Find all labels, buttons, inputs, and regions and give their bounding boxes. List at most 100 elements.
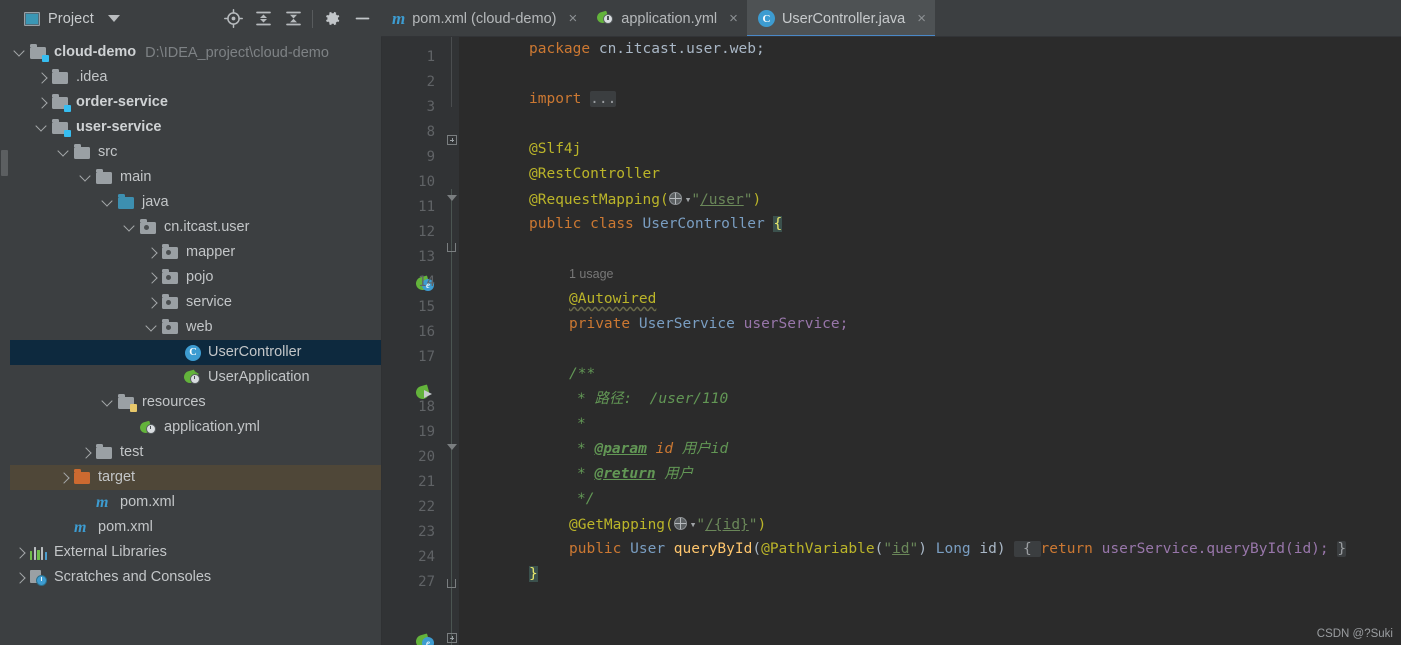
line-number: 13 (418, 249, 435, 265)
tree-item-user-service[interactable]: user-service (0, 115, 381, 140)
tree-item-test[interactable]: test (0, 440, 381, 465)
tree-item-pojo[interactable]: pojo (0, 265, 381, 290)
annotation-getmapping: @GetMapping( (569, 517, 674, 533)
project-tree[interactable]: cloud-demo D:\IDEA_project\cloud-demo .ide… (0, 37, 381, 645)
code-line: private UserService userService; (569, 312, 1401, 337)
close-icon[interactable]: × (917, 11, 926, 26)
fold-method-icon[interactable] (447, 633, 457, 643)
fold-class-start-icon[interactable] (447, 195, 457, 201)
editor-gutter[interactable]: e e 1 2 3 8 9 10 11 12 13 14 15 16 17 18 19 20 21 22 23 24 2… (382, 37, 444, 645)
javadoc-param-desc: 用户id (681, 441, 729, 457)
line-number: 16 (418, 324, 435, 340)
module-folder-icon (30, 44, 49, 62)
tree-item-external-libraries[interactable]: External Libraries (0, 540, 381, 565)
hide-toolwindow-icon[interactable] (347, 4, 377, 34)
tree-item-idea[interactable]: .idea (0, 65, 381, 90)
expand-all-icon[interactable] (248, 4, 278, 34)
locate-icon[interactable] (218, 4, 248, 34)
spring-mapping-gutter-icon[interactable]: e (414, 633, 434, 645)
tab-usercontroller-java[interactable]: C UserController.java × (746, 0, 936, 37)
tree-item-web[interactable]: web (0, 315, 381, 340)
tree-item-pom-xml[interactable]: m pom.xml (0, 490, 381, 515)
open-paren: ( (752, 541, 762, 557)
spring-yaml-icon (595, 10, 614, 26)
tree-item-service[interactable]: service (0, 290, 381, 315)
tree-item-resources[interactable]: resources (0, 390, 381, 415)
tree-item-cn-itcast-user[interactable]: cn.itcast.user (0, 215, 381, 240)
tree-item-label: src (98, 144, 118, 161)
body-row: cloud-demo D:\IDEA_project\cloud-demo .ide… (0, 37, 1401, 645)
tree-item-scratches-and-consoles[interactable]: Scratches and Consoles (0, 565, 381, 590)
chevron-right-icon[interactable] (58, 471, 71, 484)
chevron-right-icon[interactable] (36, 71, 49, 84)
fold-import-icon[interactable] (447, 135, 457, 145)
annotation-close-paren: ) (757, 517, 767, 533)
code-line: * @return 用户 (577, 462, 1401, 487)
chevron-down-icon[interactable] (107, 15, 120, 22)
folded-body-open[interactable]: { (1014, 541, 1041, 557)
tab-application-yml[interactable]: application.yml × (586, 0, 747, 37)
chevron-down-icon[interactable] (101, 195, 115, 209)
tree-item-path: D:\IDEA_project\cloud-demo (145, 44, 329, 61)
tree-item-main[interactable]: main (0, 165, 381, 190)
spring-yaml-icon (138, 420, 158, 436)
code-text-area[interactable]: package cn.itcast.user.web; import ... @Sl… (459, 37, 1401, 645)
chevron-down-icon[interactable] (13, 45, 27, 59)
fold-javadoc-start-icon[interactable] (447, 444, 457, 450)
chevron-right-icon[interactable] (146, 246, 159, 259)
chevron-down-icon[interactable] (145, 320, 159, 334)
chevron-right-icon[interactable] (80, 446, 93, 459)
tree-item-pom-xml[interactable]: m pom.xml (0, 515, 381, 540)
usage-hint[interactable]: 1 usage (569, 262, 613, 287)
chevron-down-icon[interactable] (123, 220, 137, 234)
tree-item-mapper[interactable]: mapper (0, 240, 381, 265)
tree-item-cloud-demo[interactable]: cloud-demo D:\IDEA_project\cloud-demo (0, 40, 381, 65)
folded-body-close[interactable]: } (1337, 541, 1347, 557)
tab-pom-xml[interactable]: m pom.xml (cloud-demo) × (381, 0, 586, 37)
chevron-down-icon[interactable] (101, 395, 115, 409)
chevron-down-icon[interactable] (57, 145, 71, 159)
chevron-down-icon[interactable] (35, 120, 49, 134)
code-folding-column[interactable] (444, 37, 459, 645)
fold-annotation-icon[interactable] (447, 243, 456, 252)
code-editor[interactable]: e e 1 2 3 8 9 10 11 12 13 14 15 16 17 18 19 20 21 22 23 24 2… (382, 37, 1401, 645)
fold-javadoc-end-icon[interactable] (447, 579, 456, 588)
chevron-right-icon[interactable] (14, 571, 27, 584)
code-line: public class UserController { (529, 212, 1401, 237)
folded-imports[interactable]: ... (590, 91, 617, 107)
chevron-right-icon[interactable] (146, 271, 159, 284)
close-icon[interactable]: × (729, 11, 738, 26)
line-number: 9 (426, 149, 435, 165)
java-class-icon: C (184, 344, 202, 361)
resource-folder-icon (118, 394, 137, 412)
chevron-right-icon[interactable] (36, 96, 49, 109)
line-number: 11 (418, 199, 435, 215)
code-line: @GetMapping(▾"/{id}") (569, 512, 1401, 537)
web-url-icon[interactable] (668, 192, 684, 206)
close-icon[interactable]: × (568, 11, 577, 26)
keyword-import: import (529, 91, 582, 107)
tree-item-userapplication[interactable]: UserApplication (0, 365, 381, 390)
tree-item-application-yml[interactable]: application.yml (0, 415, 381, 440)
tree-item-label: user-service (76, 119, 162, 136)
tree-item-src[interactable]: src (0, 140, 381, 165)
tree-item-label: application.yml (164, 419, 260, 436)
scrollbar-thumb[interactable] (1, 150, 8, 176)
fold-guide-line (451, 37, 452, 107)
tree-item-label: .idea (76, 69, 108, 86)
field-type: UserService (638, 316, 735, 332)
tree-item-order-service[interactable]: order-service (0, 90, 381, 115)
tree-item-java[interactable]: java (0, 190, 381, 215)
annotation-slf4j: @Slf4j (529, 141, 582, 157)
chevron-down-icon[interactable] (79, 170, 93, 184)
web-url-icon[interactable] (673, 517, 689, 531)
tree-item-usercontroller[interactable]: C UserController (0, 340, 381, 365)
settings-gear-icon[interactable] (317, 4, 347, 34)
project-toolwindow-header: Project (0, 0, 381, 37)
matched-brace: { (773, 216, 783, 232)
chevron-right-icon[interactable] (14, 546, 27, 559)
chevron-right-icon[interactable] (146, 296, 159, 309)
collapse-all-icon[interactable] (278, 4, 308, 34)
tree-item-label: cloud-demo (54, 44, 137, 61)
tree-item-target[interactable]: target (0, 465, 381, 490)
